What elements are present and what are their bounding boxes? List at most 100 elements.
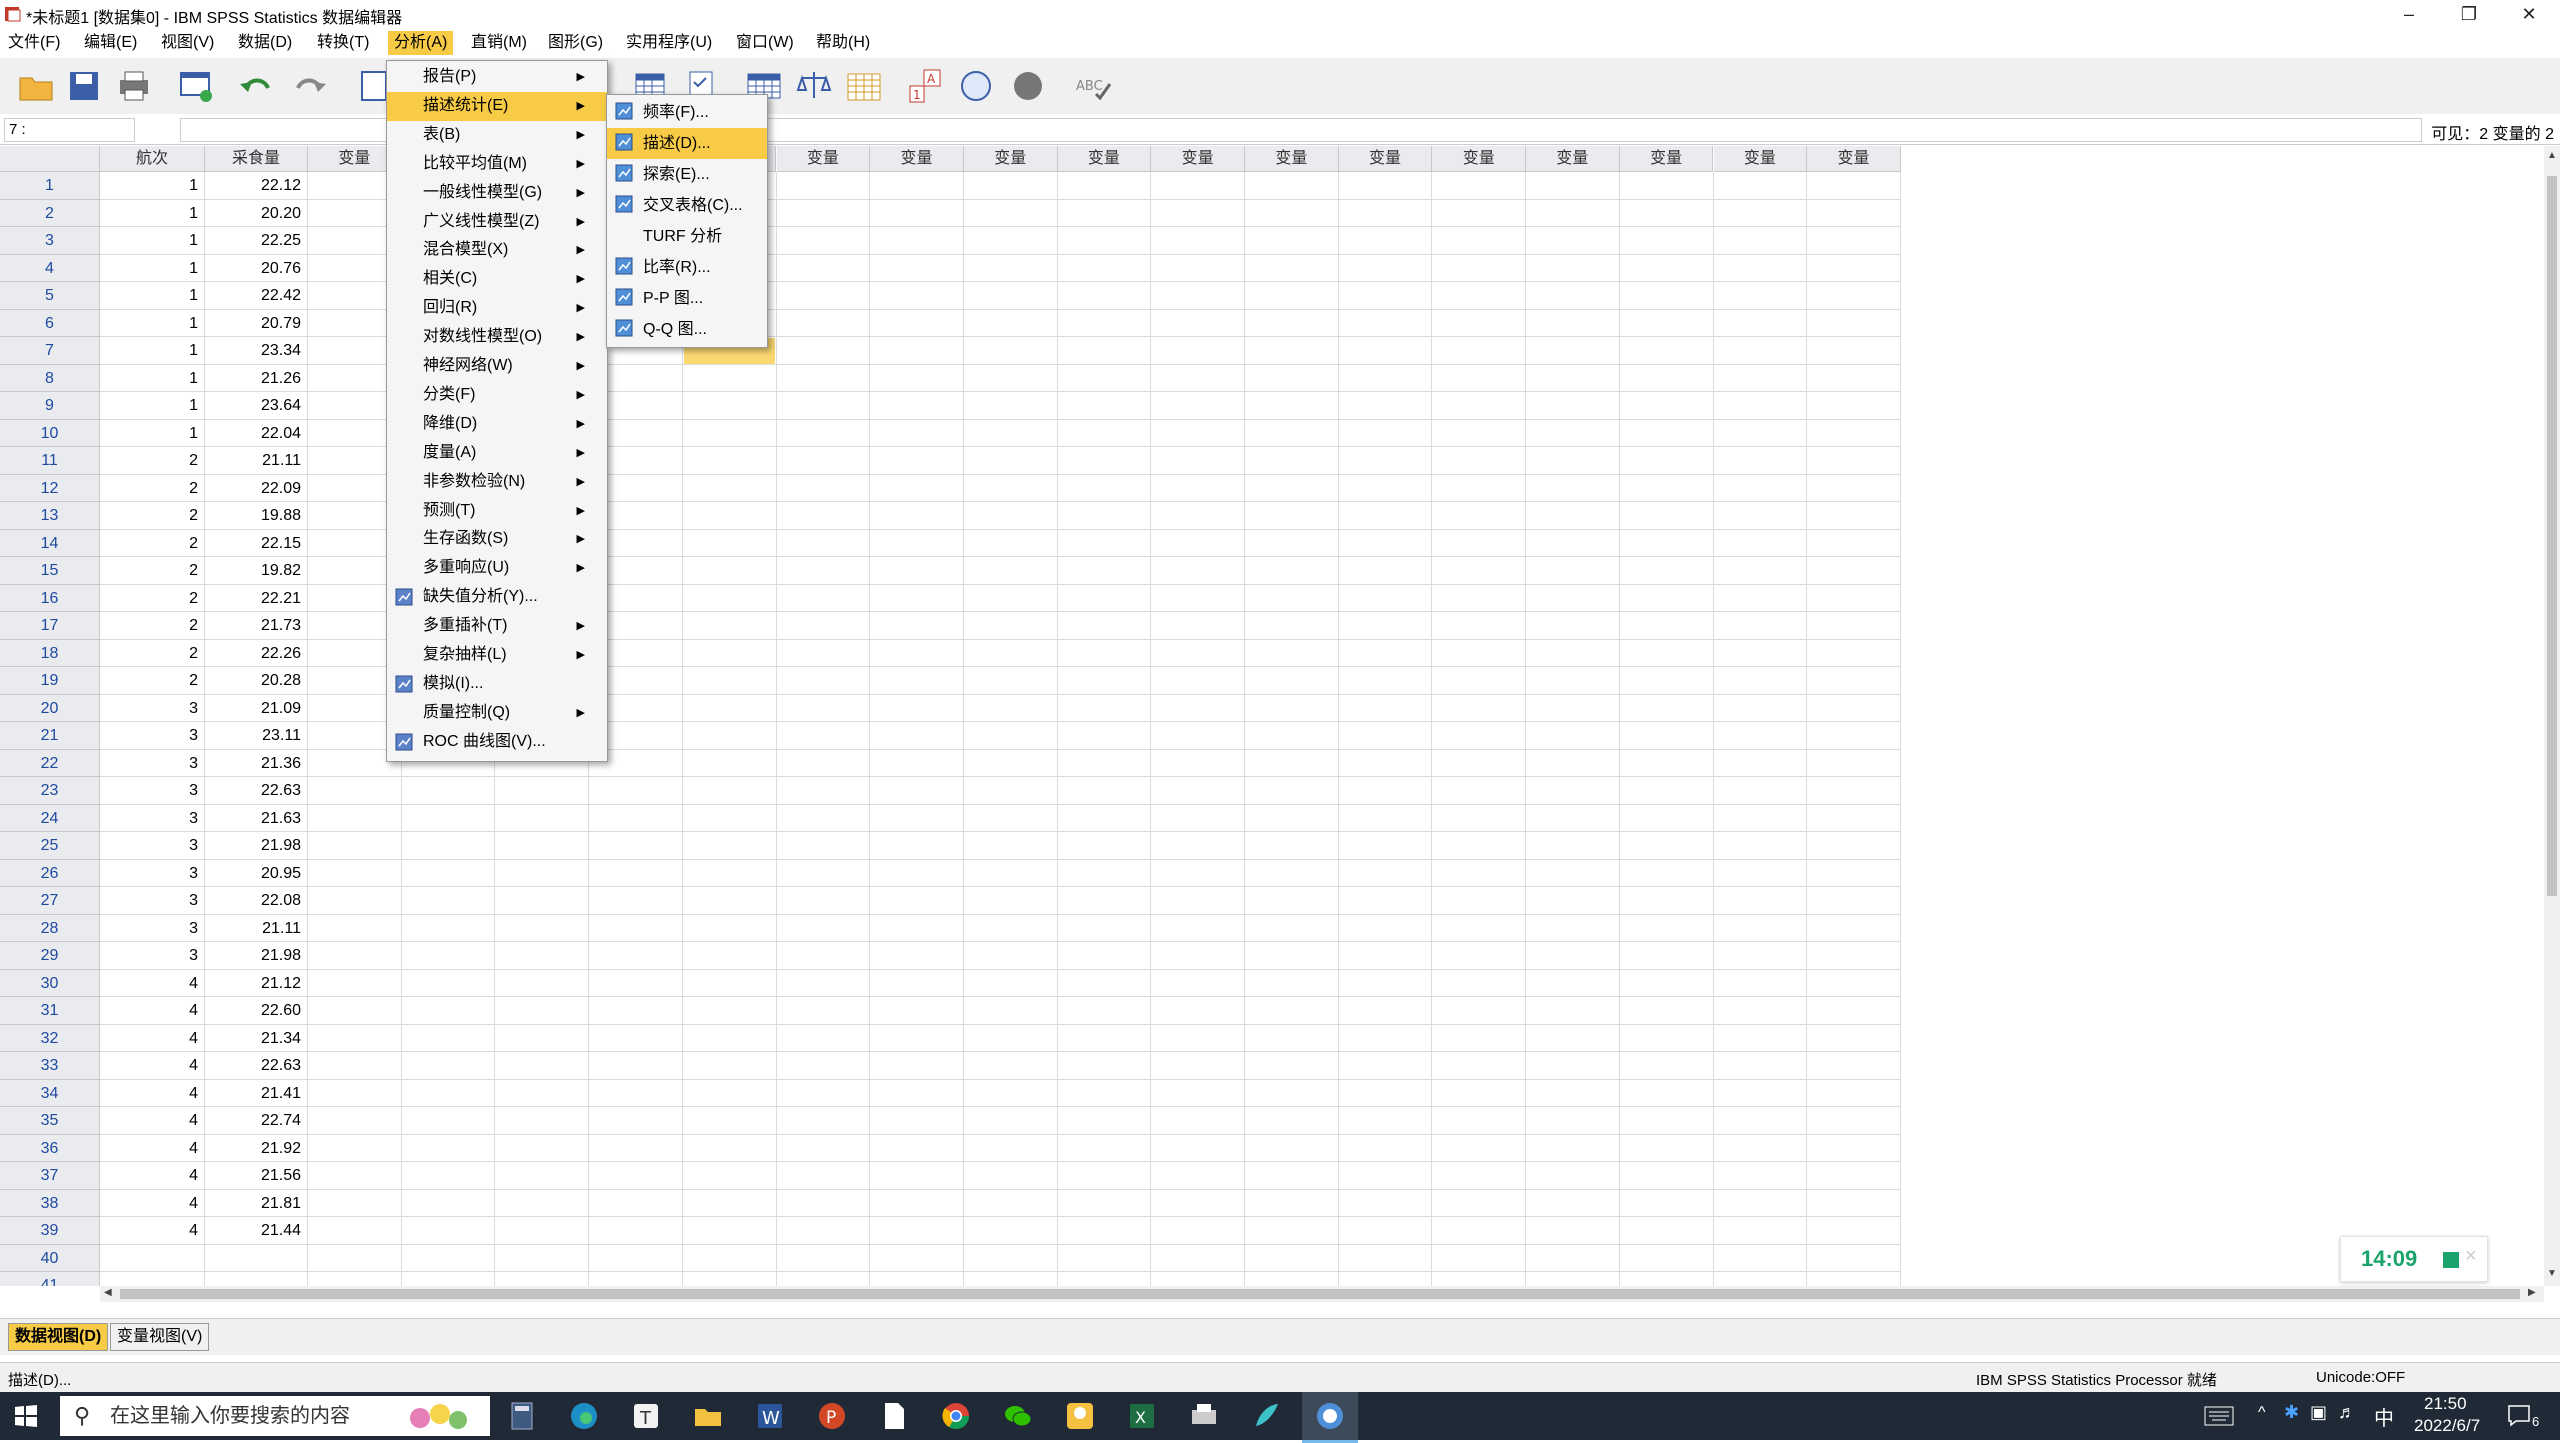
cell-hangci[interactable]: 2 [100, 474, 205, 502]
network-icon[interactable]: ▣ [2310, 1402, 2327, 1423]
analyze-menu-item[interactable]: 降维(D) ▶ [387, 410, 607, 439]
cell-hangci[interactable]: 1 [100, 364, 205, 392]
cell-caishiliang[interactable]: 21.92 [205, 1134, 308, 1162]
analyze-menu-item[interactable]: 非参数检验(N) ▶ [387, 468, 607, 497]
cell-caishiliang[interactable]: 20.20 [205, 199, 308, 227]
minimize-button[interactable]: – [2380, 0, 2438, 28]
analyze-menu-item[interactable]: 描述统计(E) ▶ [387, 91, 607, 121]
clock-date[interactable]: 2022/6/7 [2414, 1416, 2480, 1436]
cell-caishiliang[interactable]: 21.98 [205, 832, 308, 860]
menu-utilities[interactable]: 实用程序(U) [620, 31, 718, 55]
menu-edit[interactable]: 编辑(E) [78, 31, 143, 55]
column-header-variable[interactable]: 变量 [1151, 146, 1245, 172]
save-icon[interactable] [64, 66, 104, 106]
calculator-icon[interactable] [506, 1400, 538, 1432]
cell-caishiliang[interactable] [205, 1244, 308, 1272]
cell-hangci[interactable]: 3 [100, 722, 205, 750]
row-header[interactable]: 33 [0, 1052, 100, 1080]
cell-caishiliang[interactable]: 21.09 [205, 694, 308, 722]
menu-view[interactable]: 视图(V) [155, 31, 220, 55]
column-header-variable[interactable]: 变量 [1807, 146, 1901, 172]
vertical-scrollbar[interactable]: ▲ ▼ [2544, 146, 2560, 1286]
cell-hangci[interactable] [100, 1272, 205, 1286]
column-header-hangci[interactable]: 航次 [100, 146, 205, 172]
row-header[interactable]: 32 [0, 1024, 100, 1052]
cell-hangci[interactable]: 1 [100, 309, 205, 337]
row-header[interactable]: 27 [0, 887, 100, 915]
undo-icon[interactable] [236, 66, 276, 106]
row-header[interactable]: 9 [0, 392, 100, 420]
user-app-icon[interactable] [1064, 1400, 1096, 1432]
analyze-menu-item[interactable]: 报告(P) ▶ [387, 63, 607, 92]
print-icon[interactable] [114, 66, 154, 106]
analyze-menu-item[interactable]: 回归(R) ▶ [387, 294, 607, 323]
row-header[interactable]: 41 [0, 1272, 100, 1286]
cell-hangci[interactable]: 1 [100, 199, 205, 227]
scroll-down-icon[interactable]: ▼ [2547, 1268, 2557, 1279]
row-header[interactable]: 35 [0, 1107, 100, 1135]
excel-icon[interactable]: X [1126, 1400, 1158, 1432]
close-timer-icon[interactable]: × [2465, 1245, 2477, 1268]
analyze-menu-item[interactable]: 神经网络(W) ▶ [387, 352, 607, 381]
cell-hangci[interactable]: 2 [100, 612, 205, 640]
scroll-left-icon[interactable]: ◀ [104, 1287, 112, 1298]
row-header[interactable]: 21 [0, 722, 100, 750]
cell-caishiliang[interactable]: 20.79 [205, 309, 308, 337]
row-header[interactable]: 7 [0, 337, 100, 365]
show-all-variables-icon[interactable] [1008, 66, 1048, 106]
cell-caishiliang[interactable]: 21.98 [205, 942, 308, 970]
cell-caishiliang[interactable]: 20.76 [205, 254, 308, 282]
row-header[interactable]: 6 [0, 309, 100, 337]
open-folder-icon[interactable] [16, 66, 56, 106]
menu-help[interactable]: 帮助(H) [810, 31, 876, 55]
tab-data-view[interactable]: 数据视图(D) [8, 1323, 109, 1351]
row-header[interactable]: 16 [0, 584, 100, 612]
cell-hangci[interactable]: 1 [100, 227, 205, 255]
volume-icon[interactable]: ♬ [2338, 1402, 2356, 1423]
cell-hangci[interactable]: 2 [100, 529, 205, 557]
cell-caishiliang[interactable]: 22.21 [205, 584, 308, 612]
cell-hangci[interactable]: 4 [100, 1189, 205, 1217]
cell-hangci[interactable]: 1 [100, 419, 205, 447]
row-header[interactable]: 18 [0, 639, 100, 667]
cell-hangci[interactable]: 4 [100, 1162, 205, 1190]
spss-taskbar-button[interactable] [1302, 1392, 1358, 1443]
analyze-menu-item[interactable]: 模拟(I)... [387, 670, 607, 699]
cell-hangci[interactable]: 2 [100, 557, 205, 585]
wechat-icon[interactable] [1002, 1400, 1034, 1432]
analyze-menu-item[interactable]: 生存函数(S) ▶ [387, 525, 607, 554]
cell-caishiliang[interactable]: 21.36 [205, 749, 308, 777]
row-header[interactable]: 15 [0, 557, 100, 585]
row-header[interactable]: 11 [0, 447, 100, 475]
column-header-variable[interactable]: 变量 [1338, 146, 1433, 172]
cell-hangci[interactable]: 2 [100, 584, 205, 612]
row-header[interactable]: 5 [0, 282, 100, 310]
analyze-menu-item[interactable]: 多重响应(U) ▶ [387, 554, 607, 583]
analyze-menu-item[interactable]: 质量控制(Q) ▶ [387, 699, 607, 728]
bluetooth-icon[interactable]: ✱ [2284, 1402, 2299, 1423]
menu-graphs[interactable]: 图形(G) [542, 31, 609, 55]
analyze-menu-item[interactable]: 对数线性模型(O) ▶ [387, 323, 607, 352]
column-header-caishiliang[interactable]: 采食量 [205, 146, 308, 172]
cell-hangci[interactable]: 4 [100, 1217, 205, 1245]
vertical-scroll-thumb[interactable] [2547, 176, 2557, 896]
clock-time[interactable]: 21:50 [2424, 1394, 2467, 1414]
cell-caishiliang[interactable]: 21.73 [205, 612, 308, 640]
analyze-menu-item[interactable]: 复杂抽样(L) ▶ [387, 641, 607, 670]
cell-hangci[interactable]: 1 [100, 172, 205, 200]
column-header-variable[interactable]: 变量 [776, 146, 871, 172]
cell-hangci[interactable]: 4 [100, 1052, 205, 1080]
cell-caishiliang[interactable]: 22.12 [205, 172, 308, 200]
cell-hangci[interactable]: 4 [100, 997, 205, 1025]
cell-hangci[interactable]: 1 [100, 392, 205, 420]
row-header[interactable]: 36 [0, 1134, 100, 1162]
cell-hangci[interactable]: 2 [100, 447, 205, 475]
cell-caishiliang[interactable]: 22.42 [205, 282, 308, 310]
row-header[interactable]: 26 [0, 859, 100, 887]
analyze-menu-item[interactable]: 混合模型(X) ▶ [387, 236, 607, 265]
cell-caishiliang[interactable]: 19.82 [205, 557, 308, 585]
feather-app-icon[interactable] [1250, 1400, 1282, 1432]
chrome-icon[interactable] [940, 1400, 972, 1432]
cell-caishiliang[interactable]: 20.95 [205, 859, 308, 887]
row-header[interactable]: 1 [0, 172, 100, 200]
